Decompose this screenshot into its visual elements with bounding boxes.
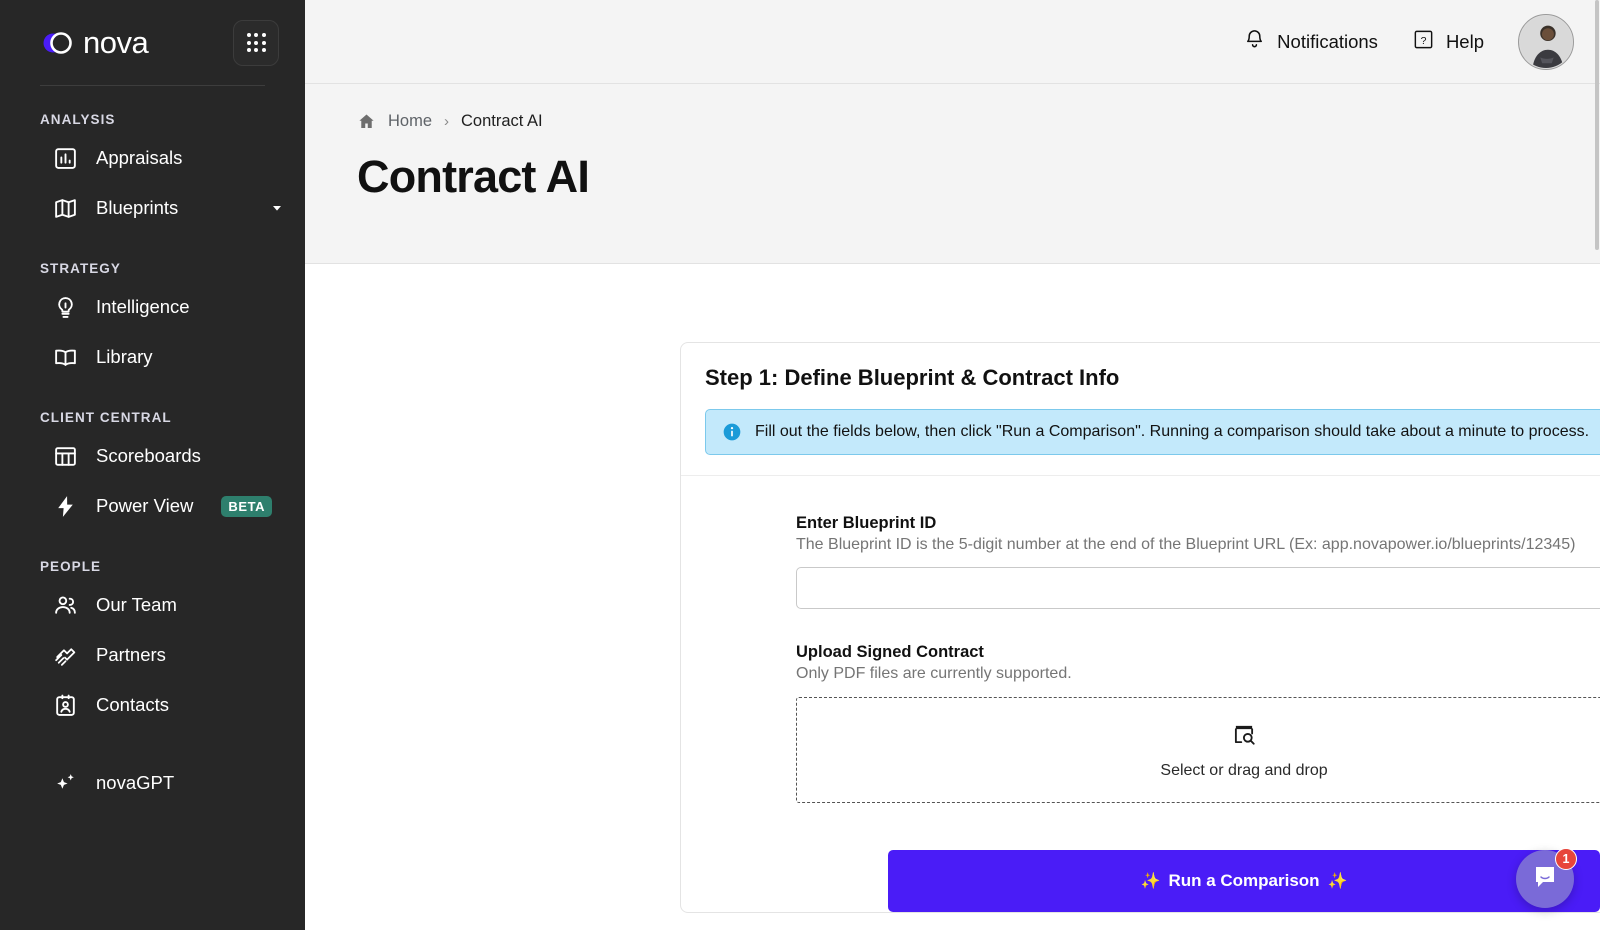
upload-contract-field: Upload Signed Contract Only PDF files ar… xyxy=(796,643,1600,804)
avatar[interactable] xyxy=(1518,13,1574,70)
apps-grid-button[interactable] xyxy=(233,19,279,66)
sparkle-left-icon: ✨ xyxy=(1140,873,1161,891)
sidebar-section-label: ANALYSIS xyxy=(40,112,116,127)
sidebar-item-contacts[interactable]: Contacts xyxy=(0,680,305,730)
users-icon xyxy=(52,592,78,618)
chat-bubble-icon xyxy=(1531,863,1559,896)
breadcrumb-current: Contract AI xyxy=(461,112,543,130)
app-root: nova ANALYSIS Appraisals Blueprints STRA… xyxy=(0,0,1600,930)
sidebar-group-tools: novaGPT xyxy=(0,758,305,808)
lightning-bolt-icon xyxy=(52,493,78,519)
sidebar-item-label: Intelligence xyxy=(96,296,190,317)
run-comparison-label: Run a Comparison xyxy=(1168,871,1320,891)
chevron-down-icon[interactable] xyxy=(269,200,285,216)
card-body: Enter Blueprint ID The Blueprint ID is t… xyxy=(681,476,1600,913)
main-area: Notifications ? Help Home › Contract AI … xyxy=(305,0,1600,930)
breadcrumb-separator: › xyxy=(444,113,450,130)
handshake-icon xyxy=(52,642,78,668)
sidebar-group-client-central: CLIENT CENTRAL Scoreboards Power View BE… xyxy=(0,410,305,531)
book-open-icon xyxy=(52,344,78,370)
svg-text:?: ? xyxy=(1421,34,1427,46)
sidebar-item-label: Partners xyxy=(96,644,166,665)
sparkle-right-icon: ✨ xyxy=(1327,873,1348,891)
sidebar-item-power-view[interactable]: Power View BETA xyxy=(0,481,305,531)
blueprint-id-help: The Blueprint ID is the 5-digit number a… xyxy=(796,536,1576,554)
info-banner-text: Fill out the fields below, then click "R… xyxy=(755,423,1590,441)
blueprint-id-input[interactable]: 0 xyxy=(796,567,1600,610)
sidebar-item-label: Scoreboards xyxy=(96,445,201,466)
bar-chart-icon xyxy=(52,145,78,171)
breadcrumb: Home › Contract AI xyxy=(357,112,1600,131)
home-icon xyxy=(357,112,376,131)
sidebar-section-label: STRATEGY xyxy=(40,261,121,276)
table-icon xyxy=(52,443,78,469)
sidebar: nova ANALYSIS Appraisals Blueprints STRA… xyxy=(0,0,305,930)
blueprint-id-label: Enter Blueprint ID xyxy=(796,514,937,533)
notifications-button[interactable]: Notifications xyxy=(1243,28,1378,56)
sidebar-item-scoreboards[interactable]: Scoreboards xyxy=(0,431,305,481)
map-icon xyxy=(52,195,78,221)
notifications-label: Notifications xyxy=(1277,30,1378,52)
sidebar-item-blueprints[interactable]: Blueprints xyxy=(0,183,305,233)
help-label: Help xyxy=(1445,30,1484,52)
sidebar-nav: ANALYSIS Appraisals Blueprints STRATEGY … xyxy=(0,86,305,808)
lightbulb-icon xyxy=(52,294,78,320)
sidebar-group-people: PEOPLE Our Team Partners Contacts xyxy=(0,559,305,730)
apps-grid-icon xyxy=(246,33,266,52)
sidebar-item-label: Appraisals xyxy=(96,147,183,168)
sidebar-section-label: CLIENT CENTRAL xyxy=(40,410,172,425)
sidebar-group-analysis: ANALYSIS Appraisals Blueprints xyxy=(0,112,305,233)
step-card: Step 1: Define Blueprint & Contract Info… xyxy=(680,342,1600,914)
brand-name: nova xyxy=(83,25,149,60)
content-area: Step 1: Define Blueprint & Contract Info… xyxy=(305,264,1600,930)
run-comparison-button[interactable]: ✨ Run a Comparison ✨ xyxy=(888,850,1600,913)
sidebar-group-strategy: STRATEGY Intelligence Library xyxy=(0,261,305,382)
sidebar-item-label: Power View xyxy=(96,495,194,516)
card-header: Step 1: Define Blueprint & Contract Info… xyxy=(681,343,1600,477)
sidebar-item-library[interactable]: Library xyxy=(0,332,305,382)
info-banner: Fill out the fields below, then click "R… xyxy=(705,409,1600,456)
upload-label: Upload Signed Contract xyxy=(796,643,984,662)
brand-logo[interactable]: nova xyxy=(40,25,149,60)
info-circle-icon xyxy=(722,422,742,442)
status-badge-beta: BETA xyxy=(221,495,273,517)
dropzone-text: Select or drag and drop xyxy=(1160,761,1328,779)
top-bar: Notifications ? Help xyxy=(305,0,1600,84)
sidebar-item-appraisals[interactable]: Appraisals xyxy=(0,133,305,183)
sidebar-item-intelligence[interactable]: Intelligence xyxy=(0,282,305,332)
bell-icon xyxy=(1243,28,1266,56)
sidebar-item-label: novaGPT xyxy=(96,772,175,793)
chat-launcher-button[interactable]: 1 xyxy=(1516,848,1577,908)
blueprint-id-field: Enter Blueprint ID The Blueprint ID is t… xyxy=(796,514,1600,610)
sidebar-item-label: Library xyxy=(96,346,153,367)
card-title: Step 1: Define Blueprint & Contract Info xyxy=(705,365,1120,391)
page-title: Contract AI xyxy=(357,151,590,202)
scrollbar-thumb[interactable] xyxy=(1595,0,1599,250)
sidebar-item-partners[interactable]: Partners xyxy=(0,630,305,680)
contact-card-icon xyxy=(52,692,78,718)
file-dropzone[interactable]: Select or drag and drop xyxy=(796,697,1600,804)
sidebar-item-label: Contacts xyxy=(96,694,170,715)
sidebar-item-novagpt[interactable]: novaGPT xyxy=(0,758,305,808)
page-header: Home › Contract AI Contract AI xyxy=(305,84,1600,265)
nova-logo-icon xyxy=(40,26,74,60)
page-scrollbar[interactable] xyxy=(1594,0,1600,930)
help-button[interactable]: ? Help xyxy=(1412,28,1484,56)
sparkles-icon xyxy=(52,770,78,796)
upload-help: Only PDF files are currently supported. xyxy=(796,665,1072,683)
sidebar-item-label: Blueprints xyxy=(96,197,179,218)
sidebar-item-label: Our Team xyxy=(96,594,177,615)
sidebar-header: nova xyxy=(0,0,305,85)
breadcrumb-home[interactable]: Home xyxy=(388,112,432,131)
file-search-icon xyxy=(1231,721,1257,752)
chat-unread-badge: 1 xyxy=(1555,848,1577,870)
sidebar-item-our-team[interactable]: Our Team xyxy=(0,580,305,630)
question-box-icon: ? xyxy=(1412,28,1435,56)
sidebar-section-label: PEOPLE xyxy=(40,559,102,574)
